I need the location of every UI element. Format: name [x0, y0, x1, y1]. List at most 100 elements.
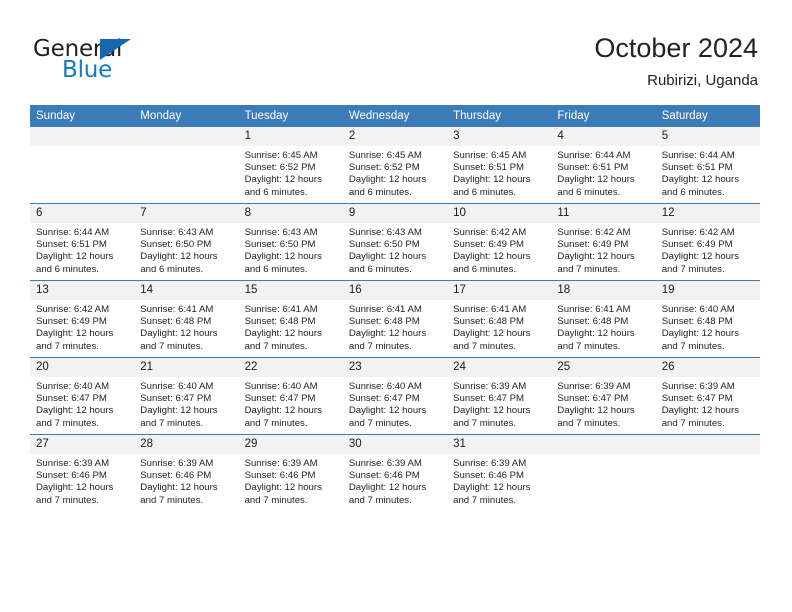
page-header: General Blue October 2024 Rubirizi, Ugan…	[0, 0, 792, 100]
day-daylight-line2-text: and 7 minutes.	[348, 340, 412, 352]
calendar-day-cell[interactable]: 25 Sunrise: 6:39 AM Sunset: 6:47 PM Dayligh…	[551, 357, 656, 435]
day-sunrise-text: Sunrise: 6:42 AM	[36, 304, 110, 315]
calendar-day-cell[interactable]: 20 Sunrise: 6:40 AM Sunset: 6:47 PM Dayligh…	[30, 357, 135, 435]
day-number: 2	[342, 127, 448, 146]
day-sunset-text: Sunset: 6:50 PM	[348, 239, 420, 251]
calendar-day-cell[interactable]: 22 Sunrise: 6:40 AM Sunset: 6:47 PM Dayligh…	[238, 357, 343, 435]
day-sunset-text: Sunset: 6:49 PM	[36, 316, 107, 328]
calendar-day-cell[interactable]: 28 Sunrise: 6:39 AM Sunset: 6:46 PM Dayligh…	[134, 434, 239, 511]
calendar-day-cell[interactable]: 6 Sunrise: 6:44 AM Sunset: 6:51 PM Daylight…	[30, 203, 135, 281]
calendar-week-row: 13 Sunrise: 6:42 AM Sunset: 6:49 PM Dayligh…	[30, 280, 760, 358]
day-sunrise-text: Sunrise: 6:43 AM	[348, 227, 422, 238]
day-details: Sunrise: 6:40 AM Sunset: 6:47 PM Daylight:…	[134, 377, 238, 430]
calendar-day-cell[interactable]: 3 Sunrise: 6:45 AM Sunset: 6:51 PM Daylight…	[447, 127, 552, 204]
calendar-day-cell[interactable]: 19 Sunrise: 6:40 AM Sunset: 6:48 PM Dayligh…	[655, 280, 760, 358]
day-number: 25	[551, 358, 656, 377]
day-daylight-line2-text: and 7 minutes.	[557, 263, 621, 275]
day-number: 29	[238, 435, 343, 454]
weekday-header-wednesday: Wednesday	[342, 105, 448, 127]
calendar-day-cell[interactable]: 11 Sunrise: 6:42 AM Sunset: 6:49 PM Dayligh…	[551, 203, 656, 281]
day-sunset-text: Sunset: 6:47 PM	[140, 393, 212, 405]
day-number: 18	[551, 281, 656, 300]
day-sunrise-text: Sunrise: 6:45 AM	[348, 150, 422, 161]
calendar-day-cell[interactable]: 24 Sunrise: 6:39 AM Sunset: 6:47 PM Dayligh…	[447, 357, 552, 435]
calendar-day-cell[interactable]: 21 Sunrise: 6:40 AM Sunset: 6:47 PM Dayligh…	[134, 357, 239, 435]
day-daylight-line1-text: Daylight: 12 hours	[244, 405, 322, 417]
day-sunset-text: Sunset: 6:46 PM	[140, 470, 212, 482]
day-number: 22	[238, 358, 343, 377]
day-daylight-line1-text: Daylight: 12 hours	[661, 328, 740, 340]
calendar-day-cell[interactable]: 18 Sunrise: 6:41 AM Sunset: 6:48 PM Dayligh…	[551, 280, 656, 358]
calendar-day-cell[interactable]: 31 Sunrise: 6:39 AM Sunset: 6:46 PM Dayligh…	[447, 434, 552, 511]
calendar-day-cell[interactable]: 15 Sunrise: 6:41 AM Sunset: 6:48 PM Dayligh…	[238, 280, 343, 358]
day-daylight-line2-text: and 6 minutes.	[244, 263, 308, 275]
calendar-day-cell[interactable]: 12 Sunrise: 6:42 AM Sunset: 6:49 PM Dayligh…	[655, 203, 760, 281]
day-details: Sunrise: 6:39 AM Sunset: 6:46 PM Daylight:…	[30, 454, 134, 507]
day-sunrise-text: Sunrise: 6:45 AM	[453, 150, 527, 161]
weekday-header-thursday: Thursday	[447, 105, 552, 127]
day-daylight-line1-text: Daylight: 12 hours	[348, 328, 427, 340]
day-details: Sunrise: 6:42 AM Sunset: 6:49 PM Daylight:…	[551, 223, 655, 276]
calendar-day-cell[interactable]: 1 Sunrise: 6:45 AM Sunset: 6:52 PM Daylight…	[238, 127, 343, 204]
page-title: October 2024	[594, 33, 758, 63]
day-number: 24	[447, 358, 552, 377]
calendar-day-cell[interactable]: 27 Sunrise: 6:39 AM Sunset: 6:46 PM Dayligh…	[30, 434, 135, 511]
day-number: 3	[447, 127, 552, 146]
day-sunset-text: Sunset: 6:51 PM	[36, 239, 107, 251]
day-number	[134, 127, 239, 146]
day-details: Sunrise: 6:41 AM Sunset: 6:48 PM Daylight:…	[447, 300, 551, 353]
calendar-day-cell[interactable]: 17 Sunrise: 6:41 AM Sunset: 6:48 PM Dayligh…	[447, 280, 552, 358]
day-details: Sunrise: 6:45 AM Sunset: 6:52 PM Daylight:…	[239, 146, 343, 199]
day-sunset-text: Sunset: 6:48 PM	[244, 316, 316, 328]
calendar-day-cell[interactable]: 8 Sunrise: 6:43 AM Sunset: 6:50 PM Daylight…	[238, 203, 343, 281]
calendar-day-cell[interactable]: 5 Sunrise: 6:44 AM Sunset: 6:51 PM Daylight…	[655, 127, 760, 204]
calendar-day-cell[interactable]: 9 Sunrise: 6:43 AM Sunset: 6:50 PM Daylight…	[342, 203, 448, 281]
day-sunset-text: Sunset: 6:52 PM	[348, 162, 420, 174]
calendar-page: General Blue October 2024 Rubirizi, Ugan…	[0, 0, 792, 612]
day-sunset-text: Sunset: 6:48 PM	[557, 316, 629, 328]
calendar-day-cell[interactable]: 14 Sunrise: 6:41 AM Sunset: 6:48 PM Dayligh…	[134, 280, 239, 358]
day-details: Sunrise: 6:39 AM Sunset: 6:46 PM Daylight:…	[343, 454, 447, 507]
day-sunrise-text: Sunrise: 6:40 AM	[661, 304, 735, 315]
calendar-day-cell[interactable]: 29 Sunrise: 6:39 AM Sunset: 6:46 PM Dayligh…	[238, 434, 343, 511]
day-sunrise-text: Sunrise: 6:40 AM	[140, 381, 214, 392]
calendar-day-cell[interactable]: 10 Sunrise: 6:42 AM Sunset: 6:49 PM Dayligh…	[447, 203, 552, 281]
day-sunset-text: Sunset: 6:49 PM	[557, 239, 629, 251]
calendar-day-cell[interactable]: 26 Sunrise: 6:39 AM Sunset: 6:47 PM Dayligh…	[655, 357, 760, 435]
calendar-day-cell[interactable]: 23 Sunrise: 6:40 AM Sunset: 6:47 PM Dayligh…	[342, 357, 448, 435]
calendar-day-cell[interactable]: 16 Sunrise: 6:41 AM Sunset: 6:48 PM Dayligh…	[342, 280, 448, 358]
day-daylight-line2-text: and 7 minutes.	[453, 417, 517, 429]
calendar-day-cell[interactable]: 2 Sunrise: 6:45 AM Sunset: 6:52 PM Daylight…	[342, 127, 448, 204]
calendar-day-cell[interactable]: 7 Sunrise: 6:43 AM Sunset: 6:50 PM Daylight…	[134, 203, 239, 281]
day-details: Sunrise: 6:44 AM Sunset: 6:51 PM Daylight:…	[551, 146, 655, 199]
weekday-header: Sunday Monday Tuesday Wednesday Thursday Frid…	[30, 105, 760, 127]
day-sunrise-text: Sunrise: 6:39 AM	[244, 458, 318, 469]
day-sunrise-text: Sunrise: 6:44 AM	[36, 227, 110, 238]
day-sunrise-text: Sunrise: 6:39 AM	[453, 458, 527, 469]
day-sunrise-text: Sunrise: 6:40 AM	[348, 381, 422, 392]
calendar-body: 1 Sunrise: 6:45 AM Sunset: 6:52 PM Daylight…	[30, 127, 760, 511]
calendar-day-cell[interactable]: 13 Sunrise: 6:42 AM Sunset: 6:49 PM Dayligh…	[30, 280, 135, 358]
day-daylight-line1-text: Daylight: 12 hours	[244, 328, 322, 340]
day-sunset-text: Sunset: 6:48 PM	[140, 316, 212, 328]
day-sunset-text: Sunset: 6:48 PM	[661, 316, 733, 328]
calendar-day-cell[interactable]: 4 Sunrise: 6:44 AM Sunset: 6:51 PM Daylight…	[551, 127, 656, 204]
day-sunrise-text: Sunrise: 6:40 AM	[36, 381, 110, 392]
day-sunrise-text: Sunrise: 6:41 AM	[244, 304, 318, 315]
brand-logo[interactable]: General Blue	[33, 36, 213, 88]
day-number: 20	[30, 358, 135, 377]
day-sunrise-text: Sunrise: 6:41 AM	[348, 304, 422, 315]
day-details: Sunrise: 6:41 AM Sunset: 6:48 PM Daylight:…	[239, 300, 343, 353]
day-details: Sunrise: 6:40 AM Sunset: 6:47 PM Daylight:…	[239, 377, 343, 430]
day-daylight-line1-text: Daylight: 12 hours	[348, 405, 427, 417]
weekday-header-friday: Friday	[551, 105, 656, 127]
calendar-day-cell[interactable]: 30 Sunrise: 6:39 AM Sunset: 6:46 PM Dayligh…	[342, 434, 448, 511]
day-number: 27	[30, 435, 135, 454]
day-sunset-text: Sunset: 6:51 PM	[453, 162, 525, 174]
day-number: 21	[134, 358, 239, 377]
day-daylight-line2-text: and 6 minutes.	[244, 186, 308, 198]
calendar-week-row: 1 Sunrise: 6:45 AM Sunset: 6:52 PM Daylight…	[30, 127, 760, 204]
weekday-header-sunday: Sunday	[30, 105, 135, 127]
day-sunrise-text: Sunrise: 6:39 AM	[661, 381, 735, 392]
day-details: Sunrise: 6:43 AM Sunset: 6:50 PM Daylight:…	[239, 223, 343, 276]
